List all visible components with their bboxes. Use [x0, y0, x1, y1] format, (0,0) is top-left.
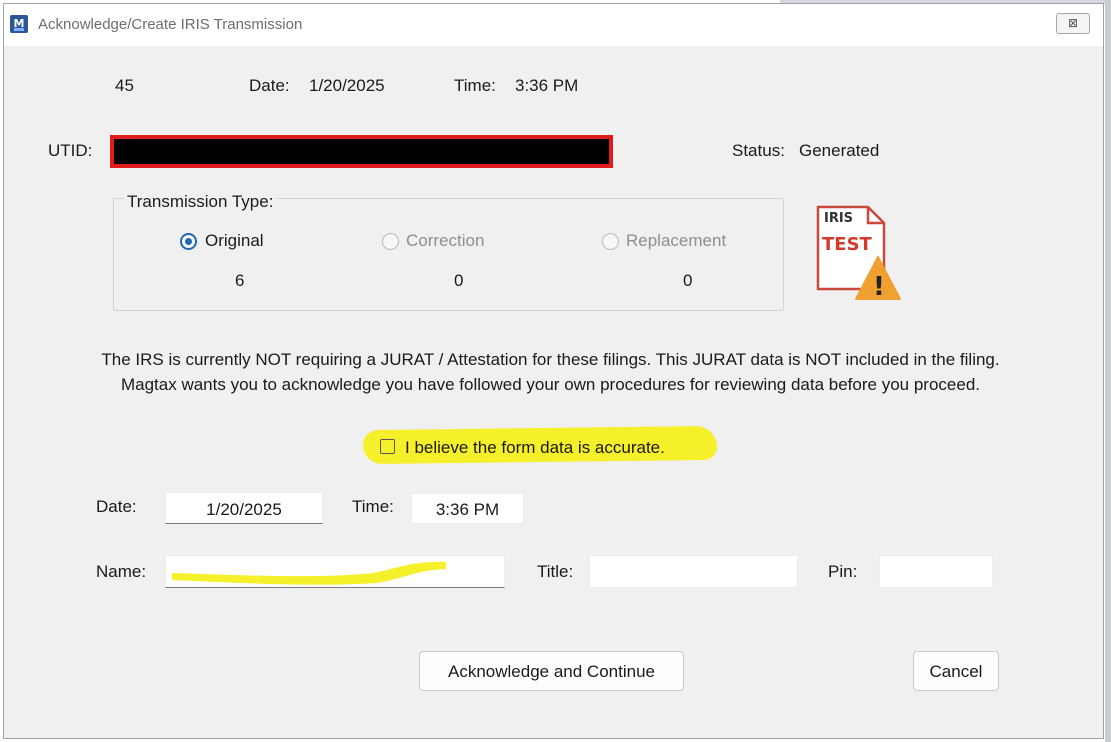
dialog-window: M Acknowledge/Create IRIS Transmission ⊠ [3, 3, 1104, 739]
iris-icon-main-text: TEST [822, 234, 873, 255]
status-value: Generated [799, 141, 880, 160]
pin-label: Pin: [828, 562, 858, 581]
transmission-type-group [113, 198, 784, 311]
transmission-type-title: Transmission Type: [124, 192, 277, 212]
name-label: Name: [96, 562, 147, 581]
header-date-label: Date: [249, 76, 290, 95]
utid-redacted-value [110, 135, 613, 168]
title-bar: M Acknowledge/Create IRIS Transmission ⊠ [4, 4, 1103, 46]
radio-correction-label[interactable]: Correction [406, 231, 484, 251]
time-field[interactable]: 3:36 PM [411, 493, 524, 524]
radio-original-label[interactable]: Original [205, 231, 264, 251]
radio-correction[interactable] [382, 233, 399, 250]
warning-icon: ! [873, 272, 885, 302]
accuracy-checkbox[interactable] [380, 439, 395, 454]
correction-count: 0 [454, 271, 464, 290]
date-field[interactable]: 1/20/2025 [165, 492, 323, 524]
cancel-button[interactable]: Cancel [913, 651, 999, 691]
desktop-background-right [1105, 0, 1111, 742]
utid-label: UTID: [48, 141, 93, 160]
window-title: Acknowledge/Create IRIS Transmission [38, 16, 303, 33]
status-label: Status: [732, 141, 785, 160]
iris-test-warning-icon: IRIS TEST ! [814, 205, 904, 305]
form-date-label: Date: [96, 497, 137, 516]
jurat-notice-line1: The IRS is currently NOT requiring a JUR… [101, 350, 1000, 369]
original-count: 6 [235, 271, 245, 290]
magtax-app-icon: M [10, 15, 28, 33]
form-time-label: Time: [352, 497, 394, 516]
radio-replacement[interactable] [602, 233, 619, 250]
radio-original[interactable] [180, 233, 197, 250]
iris-icon-top-text: IRIS [824, 211, 853, 226]
name-redaction-highlight [172, 561, 446, 585]
header-time-label: Time: [454, 76, 496, 95]
title-label: Title: [537, 562, 574, 581]
close-button[interactable]: ⊠ [1056, 13, 1090, 34]
replacement-count: 0 [683, 271, 693, 290]
radio-replacement-label[interactable]: Replacement [626, 231, 726, 251]
transmission-id: 45 [115, 76, 134, 95]
accuracy-checkbox-label[interactable]: I believe the form data is accurate. [405, 438, 665, 458]
pin-field[interactable] [879, 555, 993, 588]
header-date-value: 1/20/2025 [309, 76, 385, 95]
title-field[interactable] [589, 555, 798, 588]
jurat-notice-line2: Magtax wants you to acknowledge you have… [120, 375, 980, 394]
header-time-value: 3:36 PM [515, 76, 579, 95]
acknowledge-continue-button[interactable]: Acknowledge and Continue [419, 651, 684, 691]
